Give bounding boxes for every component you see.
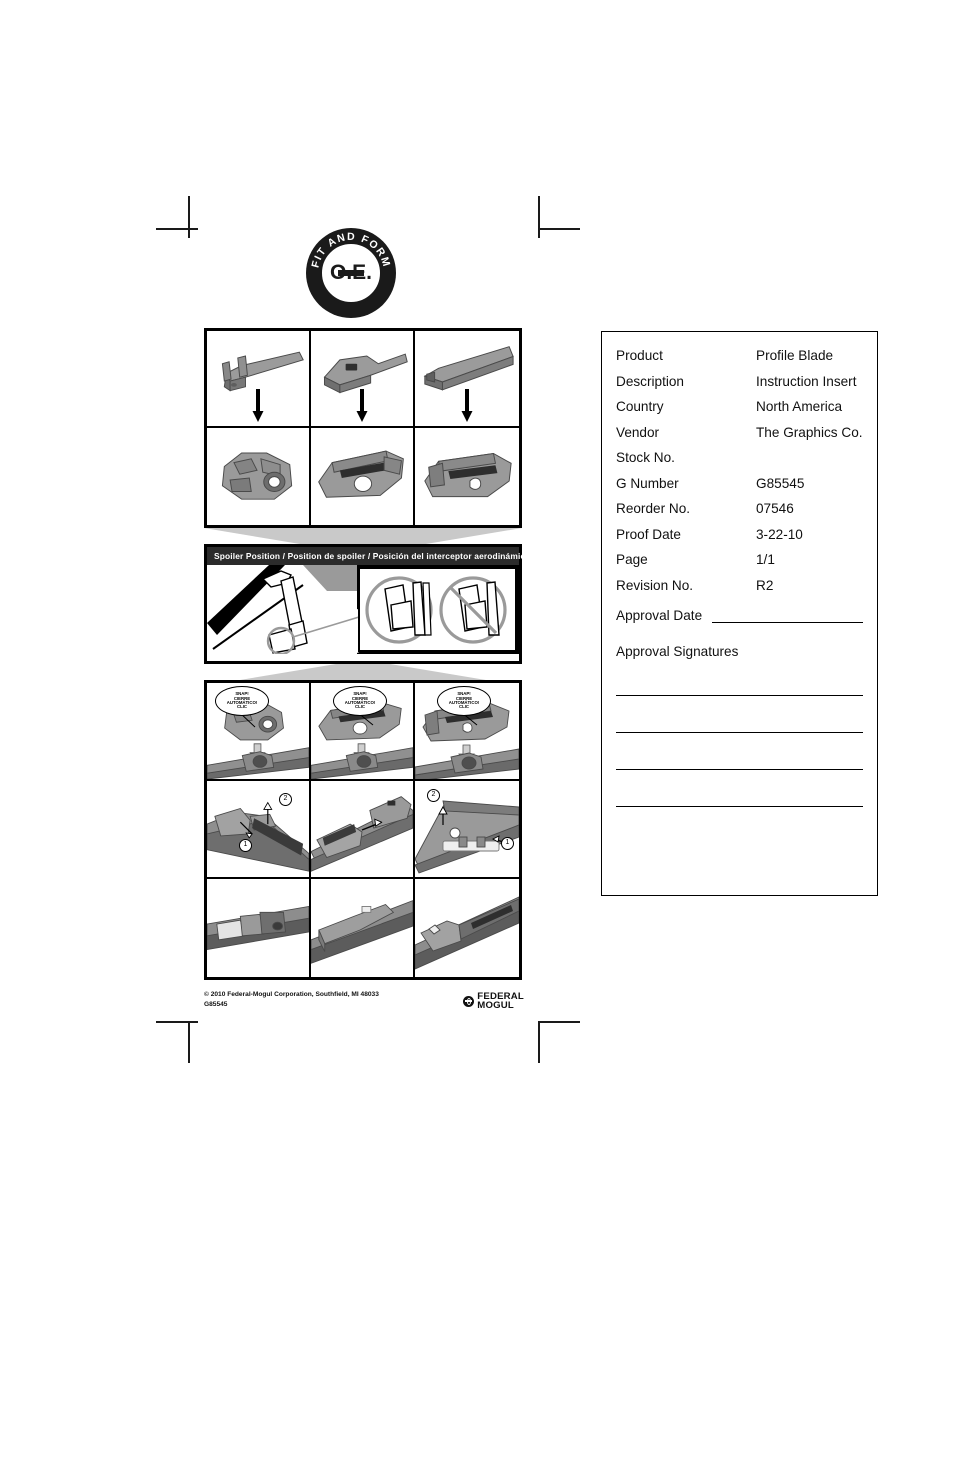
step2-a-icon [207,801,309,872]
step3-b-icon [311,900,413,964]
spec-value-proof-date: 3-22-10 [756,526,803,542]
spec-row-revision-no: Revision No. R2 [616,578,863,593]
spoiler-position-panel: Spoiler Position / Position de spoiler /… [204,544,530,664]
step-number-1-a: 1 [239,839,252,852]
spec-row-page: Page 1/1 [616,552,863,567]
federal-mogul-logo: FEDERAL MOGUL [463,992,524,1011]
spec-row-country: Country North America [616,399,863,414]
spec-value-g-number: G85545 [756,475,805,491]
artwork-footer: © 2010 Federal-Mogul Corporation, Southf… [204,990,524,1011]
snap-bubble-1: SNAP! CIERRE AUTOMÁTICO! CLIC [215,686,269,716]
crop-mark-top-right-h [538,228,580,230]
arm-type-1-cell [207,331,311,428]
step3-done-a-cell [207,879,311,977]
spec-value-product: Profile Blade [756,348,834,363]
crop-mark-top-left-h [156,228,198,230]
snap-bubble-3: SNAP! CIERRE AUTOMÁTICO! CLIC [437,686,491,716]
spec-value-page: 1/1 [756,552,775,567]
spec-value-vendor: The Graphics Co. [756,424,863,440]
snap-bubble-line-4: CLIC [236,704,248,710]
spec-row-description: Description Instruction Insert [616,374,863,389]
adapter-type-1-icon [221,452,293,500]
signature-line-3[interactable] [616,739,863,770]
snap-bubble-2-line-4: CLIC [354,704,366,710]
spoiler-illustration [207,565,519,654]
spec-label-page: Page [616,552,648,567]
spec-value-revision-no: R2 [756,577,774,593]
step2-arm-c-cell: 2 1 [415,781,519,879]
adapter-type-2-cell [311,428,415,525]
crop-mark-top-left-v [188,196,190,238]
crop-mark-top-right-v [538,196,540,238]
spec-label-revision-no: Revision No. [616,577,694,593]
federal-mogul-wordmark: FEDERAL MOGUL [477,992,524,1011]
spec-value-description: Instruction Insert [756,373,857,389]
signature-line-1[interactable] [616,665,863,696]
approval-signatures-label: Approval Signatures [616,643,739,659]
adapter-type-3-icon [424,452,512,498]
spec-row-product: Product Profile Blade [616,348,863,363]
spec-label-product: Product [616,348,663,363]
spec-row-stock-no: Stock No. [616,450,863,465]
adapter-type-2-icon [318,450,404,498]
step2-arm-a-cell: 1 2 [207,781,311,879]
spec-row-reorder-no: Reorder No. 07546 [616,501,863,516]
step2-arm-b-cell [311,781,415,879]
arm-type-3-cell [415,331,519,428]
arm-and-adapter-grid [204,328,522,528]
snap-bubble-2: SNAP! CIERRE AUTOMÁTICO! CLIC [333,686,387,716]
signature-line-2[interactable] [616,702,863,733]
step-number-2-a: 2 [279,793,292,806]
instruction-artwork: FIT AND FORM ASSURANCE O.E. [198,228,530,1023]
step3-a-icon [207,906,309,951]
proof-spec-box: Product Profile Blade Description Instru… [601,331,878,896]
spec-row-proof-date: Proof Date 3-22-10 [616,527,863,542]
approval-date-row: Approval Date [616,608,863,623]
crop-mark-bottom-left-h [156,1021,198,1023]
adapter-type-1-cell [207,428,311,525]
step3-done-c-cell [415,879,519,977]
installation-step-grid: SNAP! CIERRE AUTOMÁTICO! CLIC SNAP! CIER… [204,680,522,980]
spoiler-scene-icon [207,565,519,654]
snap-bubble-3-line-4: CLIC [458,704,470,710]
adapter-type-3-cell [415,428,519,525]
signature-line-4[interactable] [616,776,863,807]
spec-label-reorder-no: Reorder No. [616,501,691,516]
spoiler-banner-label: Spoiler Position / Position de spoiler /… [207,547,530,565]
spec-label-vendor: Vendor [616,424,660,440]
seal-oe-label: O.E. [329,261,372,284]
arrow-down-icon-2 [356,389,368,422]
arm-type-2-cell [311,331,415,428]
seal-inner-disc: O.E. [319,241,383,305]
crop-mark-bottom-right-h [538,1021,580,1023]
spec-label-country: Country [616,399,664,414]
step3-c-icon [415,896,519,970]
spec-row-vendor: Vendor The Graphics Co. [616,425,863,440]
spec-label-g-number: G Number [616,475,679,491]
spec-label-stock-no: Stock No. [616,450,675,465]
fit-and-form-assurance-seal: FIT AND FORM ASSURANCE O.E. [306,228,396,318]
brand-line-2: MOGUL [477,1000,514,1012]
step1-adapter-b-cell: SNAP! CIERRE AUTOMÁTICO! CLIC [311,683,415,781]
spec-value-country: North America [756,399,843,414]
spec-label-proof-date: Proof Date [616,526,681,542]
step1-adapter-a-cell: SNAP! CIERRE AUTOMÁTICO! CLIC [207,683,311,781]
approval-date-label: Approval Date [616,607,703,623]
arrow-down-icon-3 [461,389,473,422]
spec-value-reorder-no: 07546 [756,501,794,516]
crop-mark-bottom-right-v [538,1021,540,1063]
federal-mogul-mark-icon [463,995,475,1007]
arrow-down-icon-1 [252,389,264,422]
spec-label-description: Description [616,373,684,389]
step-number-2-c: 2 [427,789,440,802]
step-number-1-c: 1 [501,837,514,850]
crop-mark-bottom-left-v [188,1021,190,1063]
spec-row-g-number: G Number G85545 [616,476,863,491]
step2-b-icon [311,796,413,872]
step3-done-b-cell [311,879,415,977]
step1-adapter-c-cell: SNAP! CIERRE AUTOMÁTICO! CLIC [415,683,519,781]
approval-date-field[interactable] [712,611,863,623]
